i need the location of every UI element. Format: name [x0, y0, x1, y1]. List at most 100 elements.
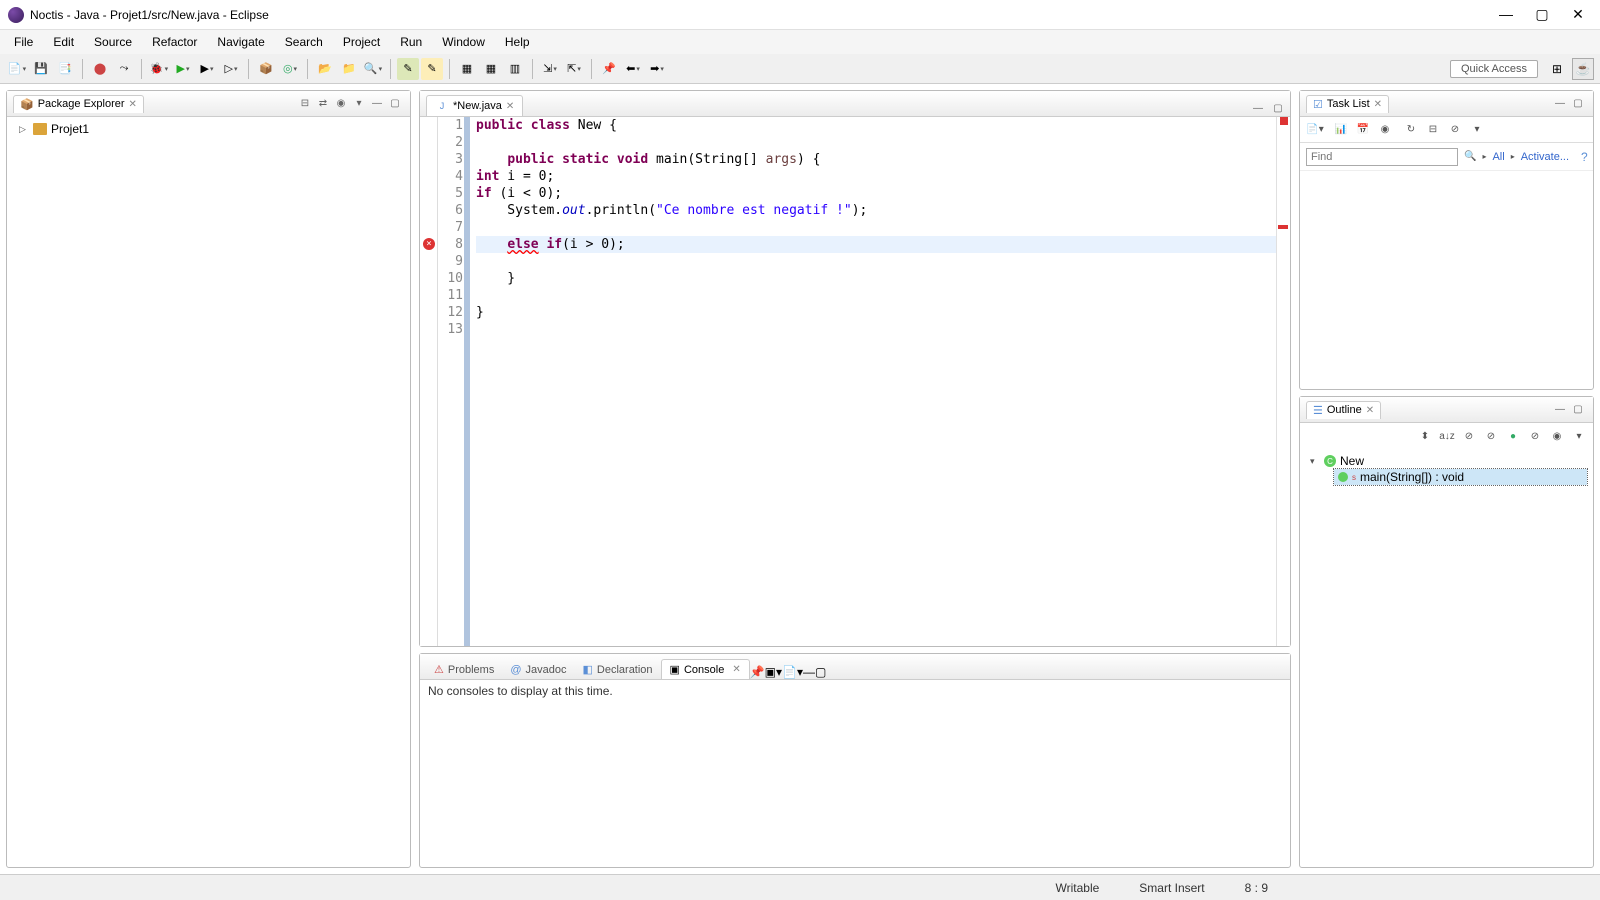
save-icon[interactable]: 💾 — [30, 58, 52, 80]
minimize-icon[interactable]: — — [1551, 401, 1569, 419]
skip-bp-icon[interactable]: ⤳ — [113, 58, 135, 80]
outdent-icon[interactable]: ⇱▾ — [563, 58, 585, 80]
pin-icon[interactable]: 📌 — [598, 58, 620, 80]
new-icon[interactable]: 📄▾ — [6, 58, 28, 80]
az-icon[interactable]: a↓z — [1439, 428, 1455, 444]
minimize-icon[interactable]: — — [1551, 95, 1569, 113]
minimize-icon[interactable]: — — [1250, 100, 1266, 116]
statusbar: Writable Smart Insert 8 : 9 — [0, 874, 1600, 900]
open-console-icon[interactable]: 📄▾ — [782, 665, 803, 679]
hide-static-icon[interactable]: ⊘ — [1483, 428, 1499, 444]
close-icon[interactable]: ✕ — [129, 99, 137, 110]
coverage-icon[interactable]: ▶▾ — [196, 58, 218, 80]
maximize-icon[interactable]: ▢ — [1270, 100, 1286, 116]
eclipse-icon — [8, 7, 24, 23]
outline-method[interactable]: s main(String[]) : void — [1334, 469, 1587, 485]
collapse-icon[interactable]: ⊟ — [1424, 121, 1442, 139]
schedule-icon[interactable]: 📅 — [1354, 121, 1372, 139]
menu-run[interactable]: Run — [390, 32, 432, 52]
view-menu-icon[interactable]: ▾ — [350, 95, 368, 113]
run-last-icon[interactable]: ▷▾ — [220, 58, 242, 80]
activate-link[interactable]: Activate... — [1521, 151, 1569, 163]
minimize-icon[interactable]: — — [368, 95, 386, 113]
maximize-icon[interactable]: ▢ — [1569, 95, 1587, 113]
close-button[interactable]: ✕ — [1568, 6, 1588, 23]
close-icon[interactable]: ✕ — [1374, 99, 1382, 110]
task-list-tab[interactable]: ☑ Task List ✕ — [1306, 95, 1389, 113]
column3-icon[interactable]: ▥ — [504, 58, 526, 80]
back-icon[interactable]: ⬅▾ — [622, 58, 644, 80]
maximize-icon[interactable]: ▢ — [1569, 401, 1587, 419]
menu-project[interactable]: Project — [333, 32, 390, 52]
hide-nonpublic-icon[interactable]: ● — [1505, 428, 1521, 444]
minimize-icon[interactable]: — — [803, 665, 815, 679]
all-link[interactable]: All — [1492, 151, 1504, 163]
menu-window[interactable]: Window — [432, 32, 495, 52]
find-input[interactable] — [1306, 148, 1458, 166]
save-all-icon[interactable]: 📑 — [54, 58, 76, 80]
maximize-icon[interactable]: ▢ — [386, 95, 404, 113]
sort-icon[interactable]: ⬍ — [1417, 428, 1433, 444]
hide-icon[interactable]: ⊘ — [1446, 121, 1464, 139]
console-tab[interactable]: ▣Console✕ — [661, 659, 750, 679]
declaration-tab[interactable]: ◧Declaration — [575, 660, 661, 679]
help-icon[interactable]: ? — [1581, 150, 1588, 164]
menu-search[interactable]: Search — [275, 32, 333, 52]
debug-bp-icon[interactable]: ⬤ — [89, 58, 111, 80]
toggle1-icon[interactable]: ✎ — [397, 58, 419, 80]
collapse-all-icon[interactable]: ⊟ — [296, 95, 314, 113]
status-insert: Smart Insert — [1139, 881, 1204, 895]
display-console-icon[interactable]: ▣▾ — [765, 665, 782, 679]
forward-icon[interactable]: ➡▾ — [646, 58, 668, 80]
outline-class[interactable]: ▾ C New — [1306, 453, 1587, 469]
pin-console-icon[interactable]: 📌 — [750, 665, 765, 679]
close-icon[interactable]: ✕ — [506, 101, 514, 112]
debug-icon[interactable]: 🐞▾ — [148, 58, 170, 80]
menu-refactor[interactable]: Refactor — [142, 32, 207, 52]
search-icon[interactable]: 🔍▾ — [362, 58, 384, 80]
javadoc-tab[interactable]: @Javadoc — [502, 661, 574, 679]
open-task-icon[interactable]: 📁 — [338, 58, 360, 80]
menu-edit[interactable]: Edit — [43, 32, 84, 52]
outline-tab[interactable]: ☰ Outline ✕ — [1306, 401, 1381, 419]
hide-local-icon[interactable]: ⊘ — [1527, 428, 1543, 444]
view-menu-icon[interactable]: ▾ — [1468, 121, 1486, 139]
menu-navigate[interactable]: Navigate — [207, 32, 274, 52]
run-icon[interactable]: ▶▾ — [172, 58, 194, 80]
sync-icon[interactable]: ↻ — [1402, 121, 1420, 139]
new-task-icon[interactable]: 📄▾ — [1306, 121, 1324, 139]
maximize-button[interactable]: ▢ — [1532, 6, 1552, 23]
menu-file[interactable]: File — [4, 32, 43, 52]
java-perspective-icon[interactable]: ☕ — [1572, 58, 1594, 80]
view-menu-icon[interactable]: ▾ — [1571, 428, 1587, 444]
new-package-icon[interactable]: 📦 — [255, 58, 277, 80]
column2-icon[interactable]: ▦ — [480, 58, 502, 80]
indent-icon[interactable]: ⇲▾ — [539, 58, 561, 80]
column1-icon[interactable]: ▦ — [456, 58, 478, 80]
editor-tab[interactable]: J *New.java ✕ — [426, 95, 523, 116]
toggle2-icon[interactable]: ✎ — [421, 58, 443, 80]
hide-fields-icon[interactable]: ⊘ — [1461, 428, 1477, 444]
focus-icon[interactable]: ◉ — [1549, 428, 1565, 444]
new-class-icon[interactable]: ◎▾ — [279, 58, 301, 80]
open-type-icon[interactable]: 📂 — [314, 58, 336, 80]
link-editor-icon[interactable]: ⇄ — [314, 95, 332, 113]
main-toolbar: 📄▾ 💾 📑 ⬤ ⤳ 🐞▾ ▶▾ ▶▾ ▷▾ 📦 ◎▾ 📂 📁 🔍▾ ✎ ✎ ▦… — [0, 54, 1600, 84]
quick-access-input[interactable]: Quick Access — [1450, 60, 1538, 78]
menu-help[interactable]: Help — [495, 32, 540, 52]
package-explorer-tab[interactable]: 📦 Package Explorer ✕ — [13, 95, 144, 113]
minimize-button[interactable]: — — [1496, 6, 1516, 23]
categorize-icon[interactable]: 📊 — [1332, 121, 1350, 139]
menu-source[interactable]: Source — [84, 32, 142, 52]
close-icon[interactable]: ✕ — [732, 664, 740, 675]
focus-icon[interactable]: ◉ — [332, 95, 350, 113]
close-icon[interactable]: ✕ — [1366, 405, 1374, 416]
expand-arrow-icon[interactable]: ▾ — [1310, 456, 1320, 467]
open-perspective-icon[interactable]: ⊞ — [1546, 58, 1568, 80]
editor-content[interactable]: × 12345678910111213 public class New { p… — [420, 117, 1290, 646]
expand-arrow-icon[interactable]: ▷ — [19, 124, 29, 135]
focus-task-icon[interactable]: ◉ — [1376, 121, 1394, 139]
project-item[interactable]: ▷ Projet1 — [11, 121, 406, 137]
problems-tab[interactable]: ⚠Problems — [426, 660, 502, 679]
maximize-icon[interactable]: ▢ — [815, 665, 826, 679]
